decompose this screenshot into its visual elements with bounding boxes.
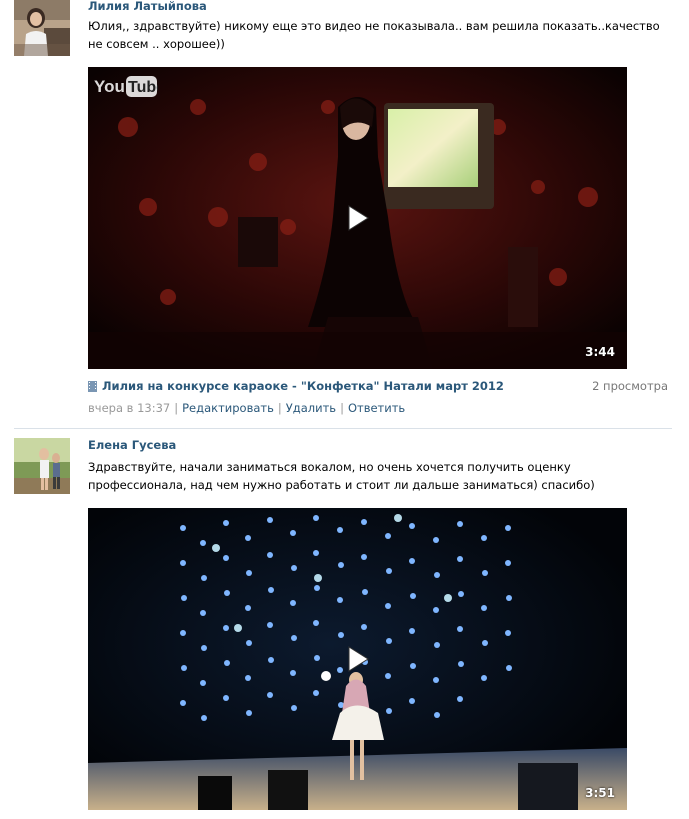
youtube-logo-icon: You Tube <box>94 76 165 97</box>
edit-link[interactable]: Редактировать <box>182 401 274 415</box>
play-icon[interactable] <box>347 205 369 231</box>
video-title-link[interactable]: Лилия на конкурсе караоке - "Конфетка" Н… <box>102 379 504 393</box>
youtube-logo: You Tube <box>94 73 165 102</box>
post-text: Юлия,, здравствуйте) никому еще это виде… <box>88 19 660 51</box>
post-text: Здравствуйте, начали заниматься вокалом,… <box>88 460 595 492</box>
svg-text:Tube: Tube <box>128 79 158 96</box>
post-divider <box>14 428 672 429</box>
post-author[interactable]: Лилия Латыйпова <box>88 0 207 13</box>
separator: | <box>174 401 179 415</box>
post-time[interactable]: вчера в 13:37 <box>88 401 170 415</box>
separator: | <box>277 401 282 415</box>
post-1: Лилия Латыйпова Юлия,, здравствуйте) ник… <box>0 0 689 420</box>
video-thumbnail[interactable]: 3:51 <box>88 508 627 810</box>
delete-link[interactable]: Удалить <box>286 401 336 415</box>
video-thumbnail[interactable]: You Tube 3:44 <box>88 67 627 369</box>
video-info: Лилия на конкурсе караоке - "Конфетка" Н… <box>88 379 668 395</box>
avatar[interactable] <box>14 0 70 56</box>
reply-link[interactable]: Ответить <box>348 401 405 415</box>
video-file-icon <box>88 381 97 392</box>
post-2: Елена Гусева Здравствуйте, начали занима… <box>0 438 689 819</box>
play-icon[interactable] <box>347 646 369 672</box>
avatar-photo-icon <box>14 0 70 56</box>
svg-text:You: You <box>94 77 125 96</box>
post-author[interactable]: Елена Гусева <box>88 438 176 452</box>
separator: | <box>340 401 344 415</box>
avatar[interactable] <box>14 438 70 494</box>
video-duration: 3:44 <box>585 345 615 359</box>
post-meta: вчера в 13:37 | Редактировать | Удалить | Отве… <box>88 401 405 415</box>
video-duration: 3:51 <box>585 786 615 800</box>
video-views: 2 просмотра <box>592 379 668 393</box>
avatar-photo-icon <box>14 438 70 494</box>
